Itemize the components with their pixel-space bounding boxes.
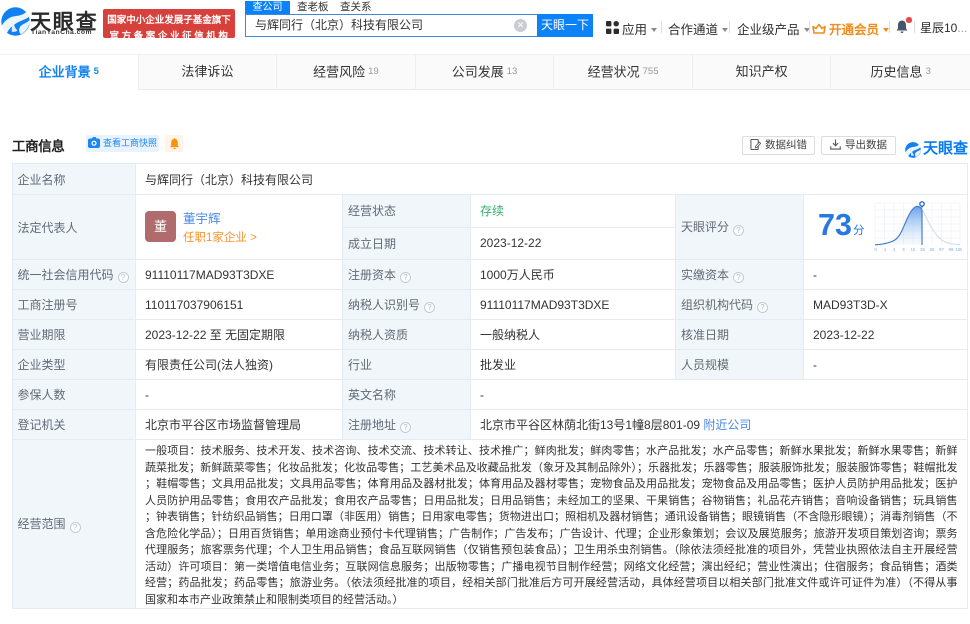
svg-text:97: 97	[939, 247, 944, 252]
svg-text:35: 35	[920, 247, 925, 252]
svg-text:65: 65	[930, 247, 935, 252]
svg-text:15: 15	[911, 247, 916, 252]
svg-text:99: 99	[949, 247, 954, 252]
svg-text:0: 0	[874, 247, 877, 252]
svg-text:1: 1	[884, 247, 887, 252]
svg-text:100: 100	[956, 247, 963, 252]
svg-text:3: 3	[893, 247, 896, 252]
svg-text:5: 5	[902, 247, 905, 252]
